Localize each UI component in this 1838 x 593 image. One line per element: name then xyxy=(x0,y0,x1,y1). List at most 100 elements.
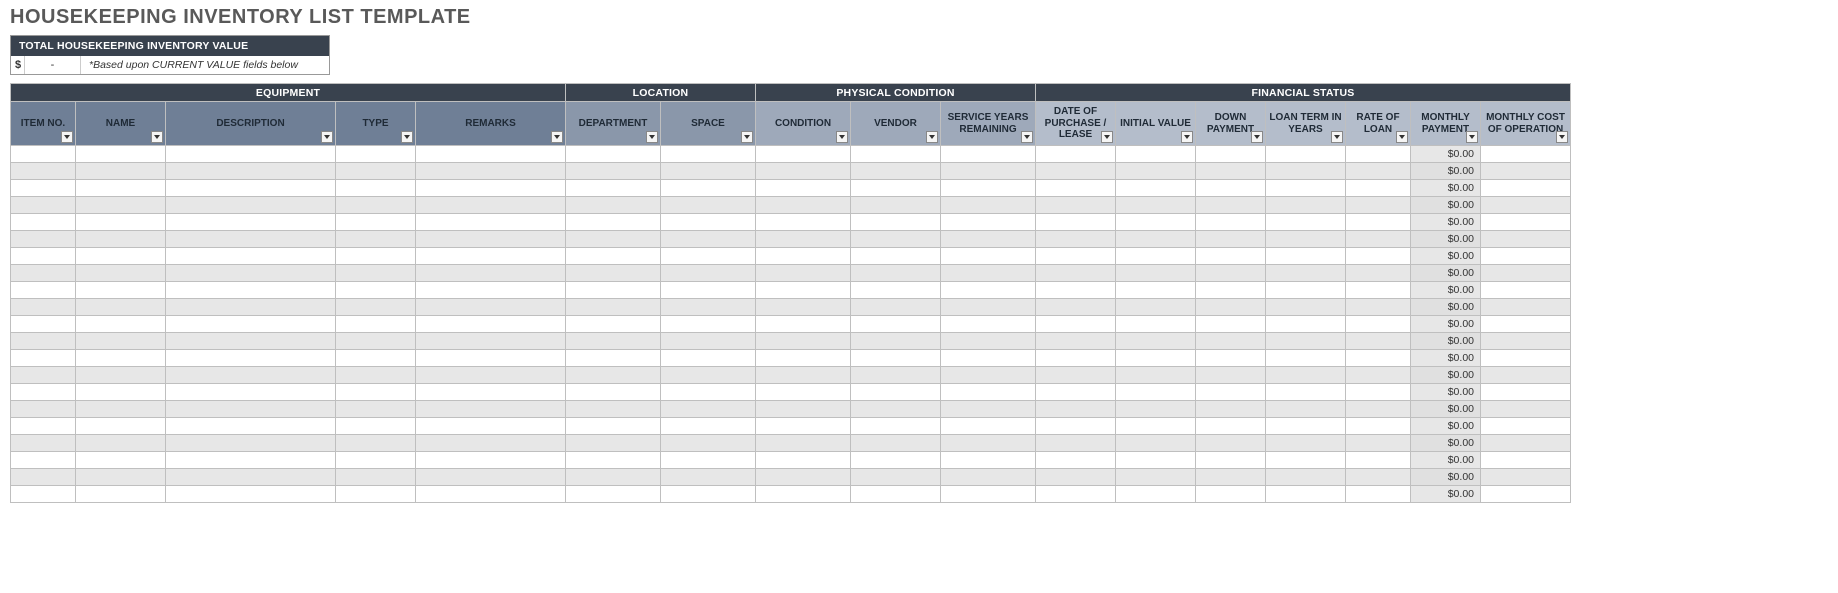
cell[interactable] xyxy=(76,435,166,452)
cell[interactable] xyxy=(336,214,416,231)
cell[interactable] xyxy=(11,486,76,503)
cell[interactable] xyxy=(11,231,76,248)
cell[interactable] xyxy=(1116,146,1196,163)
cell[interactable] xyxy=(1036,146,1116,163)
cell[interactable] xyxy=(756,350,851,367)
cell[interactable] xyxy=(166,435,336,452)
cell[interactable] xyxy=(1036,401,1116,418)
cell[interactable] xyxy=(1116,418,1196,435)
cell[interactable] xyxy=(756,282,851,299)
cell[interactable] xyxy=(941,452,1036,469)
cell[interactable] xyxy=(1266,350,1346,367)
cell[interactable] xyxy=(166,214,336,231)
col-department[interactable]: DEPARTMENT xyxy=(566,102,661,146)
cell[interactable] xyxy=(1036,384,1116,401)
cell[interactable] xyxy=(941,350,1036,367)
cell[interactable] xyxy=(1196,316,1266,333)
cell[interactable] xyxy=(661,282,756,299)
cell[interactable] xyxy=(661,299,756,316)
table-row[interactable]: $0.00 xyxy=(11,163,1571,180)
cell-monthly-payment[interactable]: $0.00 xyxy=(1411,452,1481,469)
cell[interactable] xyxy=(1346,418,1411,435)
cell[interactable] xyxy=(416,452,566,469)
cell[interactable] xyxy=(756,163,851,180)
cell[interactable] xyxy=(1481,163,1571,180)
cell[interactable] xyxy=(661,180,756,197)
cell[interactable] xyxy=(851,282,941,299)
table-row[interactable]: $0.00 xyxy=(11,435,1571,452)
cell[interactable] xyxy=(1346,384,1411,401)
cell-monthly-payment[interactable]: $0.00 xyxy=(1411,333,1481,350)
cell[interactable] xyxy=(76,350,166,367)
cell[interactable] xyxy=(76,163,166,180)
cell[interactable] xyxy=(1266,214,1346,231)
cell[interactable] xyxy=(166,180,336,197)
col-service-years[interactable]: SERVICE YEARS REMAINING xyxy=(941,102,1036,146)
cell[interactable] xyxy=(1346,299,1411,316)
cell[interactable] xyxy=(941,367,1036,384)
col-vendor[interactable]: VENDOR xyxy=(851,102,941,146)
cell[interactable] xyxy=(1116,282,1196,299)
cell[interactable] xyxy=(851,197,941,214)
cell-monthly-payment[interactable]: $0.00 xyxy=(1411,265,1481,282)
cell-monthly-payment[interactable]: $0.00 xyxy=(1411,384,1481,401)
cell[interactable] xyxy=(1036,163,1116,180)
cell[interactable] xyxy=(661,435,756,452)
cell[interactable] xyxy=(1481,333,1571,350)
col-remarks[interactable]: REMARKS xyxy=(416,102,566,146)
cell[interactable] xyxy=(76,197,166,214)
cell[interactable] xyxy=(76,299,166,316)
cell[interactable] xyxy=(661,248,756,265)
cell-monthly-payment[interactable]: $0.00 xyxy=(1411,197,1481,214)
cell-monthly-payment[interactable]: $0.00 xyxy=(1411,367,1481,384)
cell[interactable] xyxy=(661,384,756,401)
cell[interactable] xyxy=(941,384,1036,401)
cell[interactable] xyxy=(1036,316,1116,333)
cell[interactable] xyxy=(566,146,661,163)
cell[interactable] xyxy=(1036,180,1116,197)
cell[interactable] xyxy=(1196,401,1266,418)
cell[interactable] xyxy=(166,469,336,486)
cell[interactable] xyxy=(566,350,661,367)
cell[interactable] xyxy=(11,418,76,435)
cell[interactable] xyxy=(416,469,566,486)
filter-icon[interactable] xyxy=(1556,131,1568,143)
cell[interactable] xyxy=(416,316,566,333)
cell[interactable] xyxy=(756,248,851,265)
cell[interactable] xyxy=(1036,486,1116,503)
filter-icon[interactable] xyxy=(1396,131,1408,143)
cell[interactable] xyxy=(1266,299,1346,316)
cell[interactable] xyxy=(566,214,661,231)
cell[interactable] xyxy=(1481,316,1571,333)
cell[interactable] xyxy=(1196,333,1266,350)
cell[interactable] xyxy=(756,197,851,214)
cell[interactable] xyxy=(851,180,941,197)
cell[interactable] xyxy=(756,418,851,435)
cell[interactable] xyxy=(1346,231,1411,248)
cell[interactable] xyxy=(1266,197,1346,214)
filter-icon[interactable] xyxy=(401,131,413,143)
cell[interactable] xyxy=(1266,333,1346,350)
cell[interactable] xyxy=(1116,214,1196,231)
cell[interactable] xyxy=(851,469,941,486)
cell[interactable] xyxy=(851,299,941,316)
cell[interactable] xyxy=(1481,231,1571,248)
cell-monthly-payment[interactable]: $0.00 xyxy=(1411,469,1481,486)
cell[interactable] xyxy=(1116,180,1196,197)
cell[interactable] xyxy=(11,265,76,282)
table-row[interactable]: $0.00 xyxy=(11,486,1571,503)
cell[interactable] xyxy=(1346,146,1411,163)
cell[interactable] xyxy=(661,486,756,503)
cell[interactable] xyxy=(661,316,756,333)
cell[interactable] xyxy=(336,452,416,469)
cell[interactable] xyxy=(941,333,1036,350)
cell[interactable] xyxy=(336,384,416,401)
cell-monthly-payment[interactable]: $0.00 xyxy=(1411,401,1481,418)
cell-monthly-payment[interactable]: $0.00 xyxy=(1411,299,1481,316)
cell[interactable] xyxy=(166,248,336,265)
cell[interactable] xyxy=(1481,282,1571,299)
filter-icon[interactable] xyxy=(646,131,658,143)
cell[interactable] xyxy=(851,418,941,435)
cell[interactable] xyxy=(1346,197,1411,214)
cell[interactable] xyxy=(941,248,1036,265)
